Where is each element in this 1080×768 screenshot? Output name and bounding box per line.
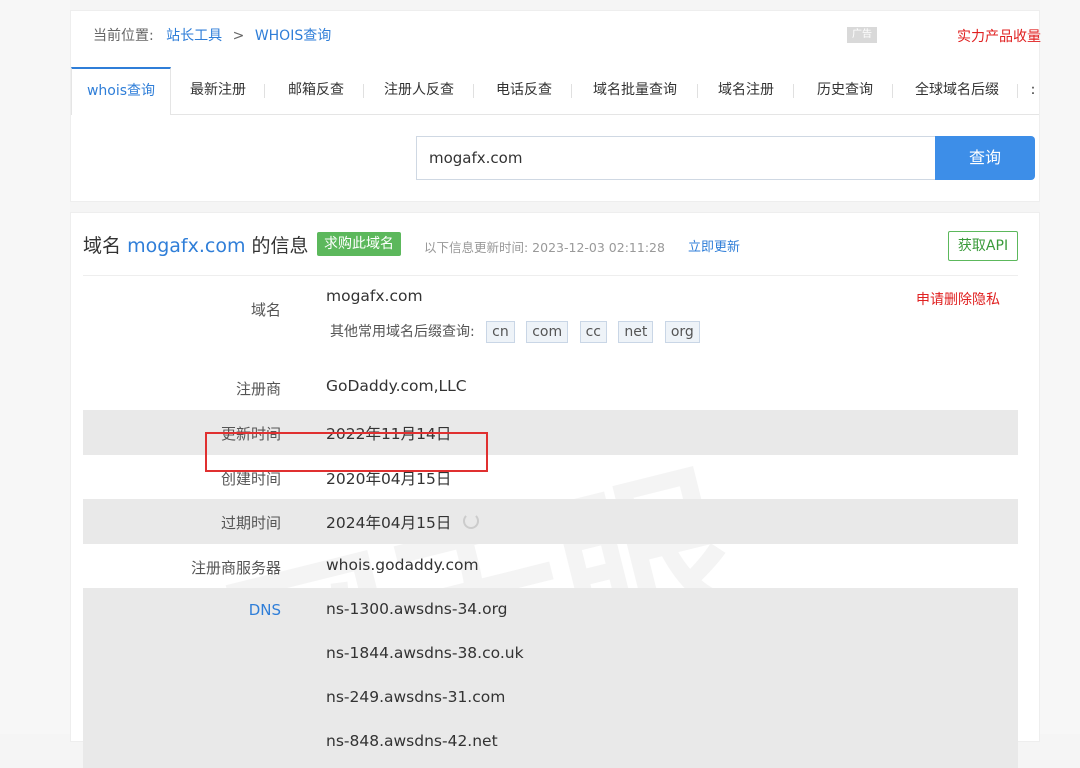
row-value: whois.godaddy.com (326, 556, 479, 574)
whois-table: 域名 mogafx.com 申请删除隐私 其他常用域名后缀查询: cn com … (83, 277, 1018, 768)
row-label: 注册商 (235, 380, 281, 398)
buy-domain-button[interactable]: 求购此域名 (317, 232, 401, 256)
row-domain: 域名 mogafx.com 申请删除隐私 其他常用域名后缀查询: cn com … (83, 277, 1018, 366)
tab-domain-registration[interactable]: 域名注册 (711, 67, 781, 114)
tab-divider (697, 84, 698, 98)
row-label: 域名 (250, 301, 281, 319)
tab-divider (793, 84, 794, 98)
suffix-chip-cn[interactable]: cn (486, 321, 515, 343)
breadcrumb-prefix: 当前位置: (93, 28, 154, 44)
row-registrar: 注册商 GoDaddy.com,LLC (83, 366, 1018, 410)
suffix-chip-cc[interactable]: cc (579, 321, 607, 343)
row-dns: DNS ns-1300.awsdns-34.org ns-1844.awsdns… (83, 588, 1018, 768)
tab-overflow[interactable]: : (1027, 67, 1039, 114)
request-privacy-deletion-link[interactable]: 申请删除隐私 (916, 289, 1000, 309)
dns-server: ns-1844.awsdns-38.co.uk (326, 644, 524, 662)
row-value: GoDaddy.com,LLC (326, 377, 467, 395)
suffix-chip-com[interactable]: com (526, 321, 569, 343)
breadcrumb-link-tools[interactable]: 站长工具 (166, 28, 222, 44)
row-expires: 过期时间 2024年04月15日 (83, 499, 1018, 544)
info-title: 域名 mogafx.com 的信息 (83, 231, 309, 258)
info-title-prefix: 域名 (83, 235, 122, 257)
tab-email-lookup[interactable]: 邮箱反查 (281, 67, 351, 114)
info-title-suffix: 的信息 (251, 235, 309, 257)
info-title-domain: mogafx.com (127, 235, 246, 257)
suffix-chip-net[interactable]: net (618, 321, 654, 343)
update-time-text: 以下信息更新时间: 2023-12-03 02:11:28 (424, 240, 665, 255)
dns-server: ns-848.awsdns-42.net (326, 732, 498, 750)
tab-bar: whois查询 最新注册 邮箱反查 注册人反查 电话反查 域名批量查询 域名注册… (71, 67, 1039, 115)
suffix-prompt: 其他常用域名后缀查询: (330, 324, 475, 340)
tab-divider (473, 84, 474, 98)
ad-link[interactable]: 实力产品收量 (957, 26, 1041, 46)
search-panel: 当前位置: 站长工具 > WHOIS查询 广告 实力产品收量 whois查询 最… (70, 10, 1041, 202)
page-margin-left (0, 0, 70, 734)
breadcrumb-separator: > (232, 28, 245, 44)
tab-bulk-query[interactable]: 域名批量查询 (585, 67, 685, 114)
domain-search-input[interactable] (416, 136, 936, 180)
row-whois-server: 注册商服务器 whois.godaddy.com (83, 544, 1018, 588)
update-now-link[interactable]: 立即更新 (688, 236, 740, 255)
breadcrumb-link-whois[interactable]: WHOIS查询 (255, 28, 331, 44)
row-label: 过期时间 (220, 514, 281, 532)
tab-divider (571, 84, 572, 98)
expires-date: 2024年04月15日 (326, 514, 452, 532)
tab-whois[interactable]: whois查询 (71, 67, 171, 115)
row-value-expires: 2024年04月15日 (326, 511, 480, 533)
tab-global-suffixes[interactable]: 全球域名后缀 (908, 67, 1006, 114)
highlight-annotation-box (205, 432, 488, 472)
tab-divider (1017, 84, 1018, 98)
row-value-domain: mogafx.com (326, 287, 423, 305)
tab-phone-lookup[interactable]: 电话反查 (489, 67, 559, 114)
ad-badge: 广告 (847, 27, 877, 43)
get-api-button[interactable]: 获取API (948, 231, 1018, 261)
tab-divider (892, 84, 893, 98)
page-margin-right (1040, 0, 1080, 734)
search-button[interactable]: 查询 (935, 136, 1035, 180)
tab-divider (363, 84, 364, 98)
row-label-dns: DNS (248, 601, 281, 619)
dns-server: ns-1300.awsdns-34.org (326, 600, 508, 618)
tab-latest-registrations[interactable]: 最新注册 (183, 67, 253, 114)
whois-info-panel: 网天眼 域名 mogafx.com 的信息 求购此域名 以下信息更新时间: 20… (70, 212, 1040, 768)
row-label: 注册商服务器 (190, 559, 281, 577)
dns-server: ns-249.awsdns-31.com (326, 688, 506, 706)
loading-spinner-icon (463, 513, 480, 529)
suffix-chip-org[interactable]: org (664, 321, 700, 343)
divider (83, 275, 1018, 276)
suffix-query-row: 其他常用域名后缀查询: cn com cc net org (330, 321, 700, 343)
tab-history[interactable]: 历史查询 (810, 67, 880, 114)
breadcrumb: 当前位置: 站长工具 > WHOIS查询 (93, 25, 331, 45)
tab-registrant-lookup[interactable]: 注册人反查 (377, 67, 461, 114)
tab-divider (264, 84, 265, 98)
